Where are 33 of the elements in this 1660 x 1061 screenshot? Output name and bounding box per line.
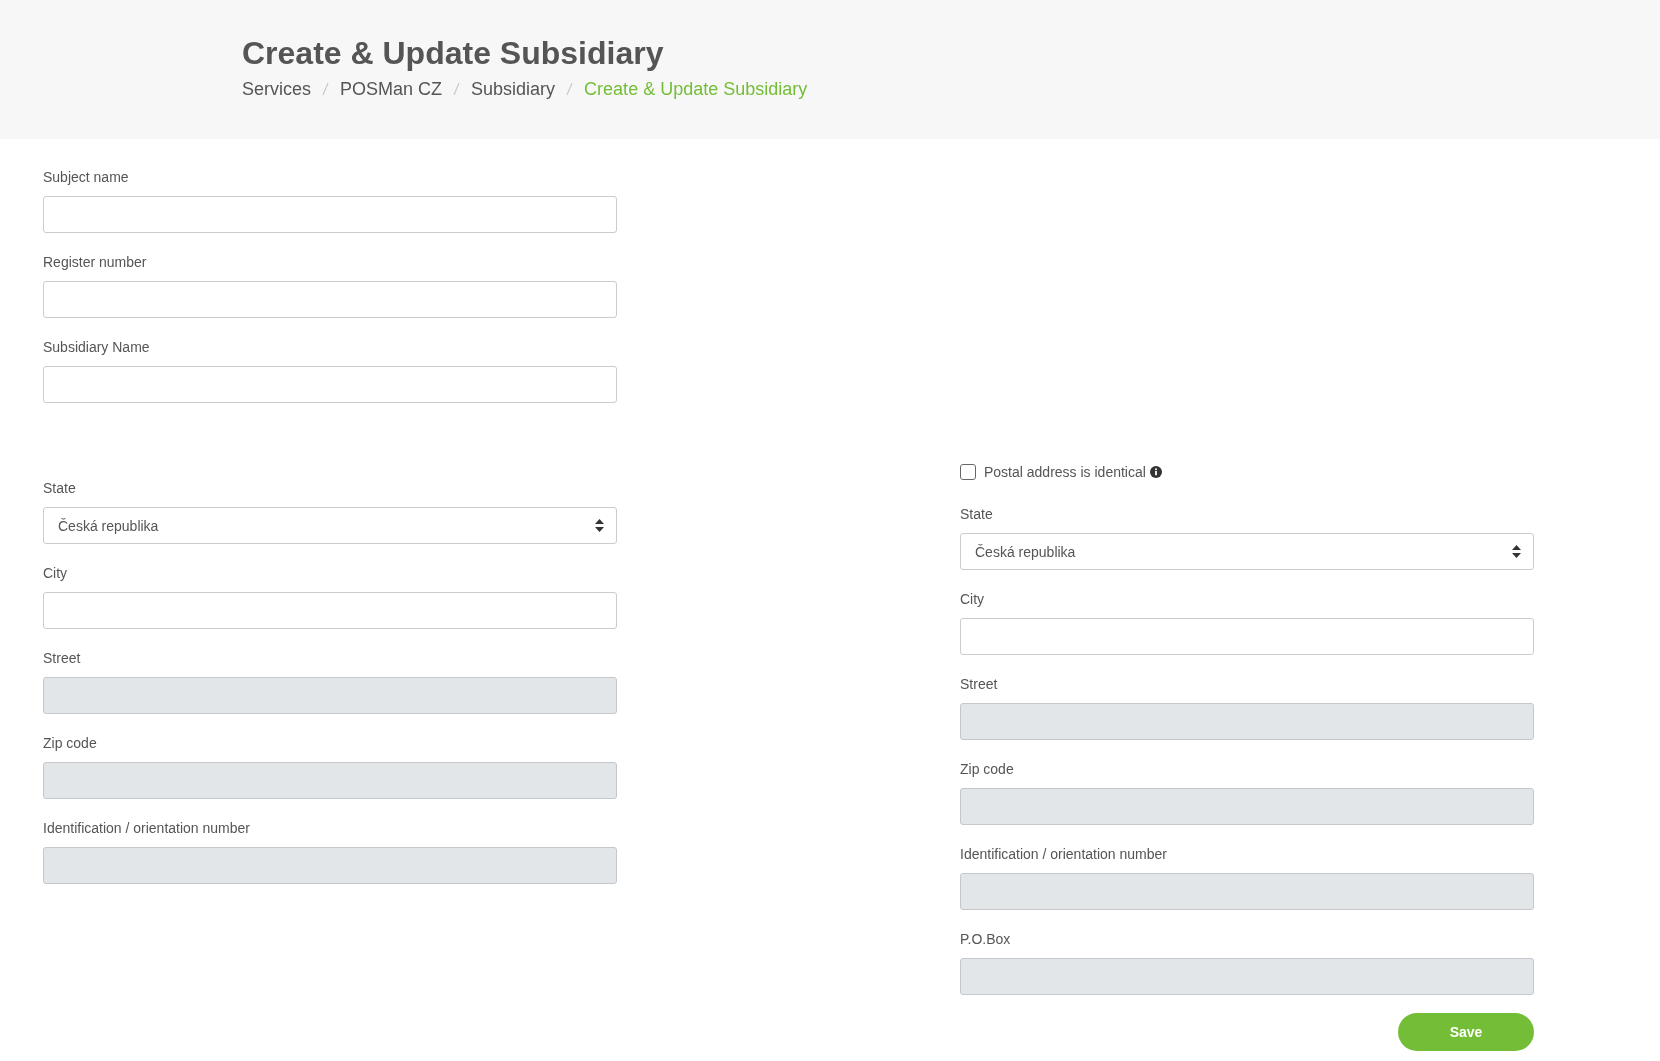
field-label: Subject name xyxy=(43,168,130,187)
field-label: City xyxy=(43,564,69,583)
slash-separator-icon xyxy=(566,82,574,96)
field-label: Zip code xyxy=(960,760,1015,779)
page-title: Create & Update Subsidiary xyxy=(242,34,665,73)
field-label: Identification / orientation number xyxy=(960,845,1168,864)
state-select[interactable]: Česká republika xyxy=(960,533,1534,570)
breadcrumb-link[interactable]: POSMan CZ xyxy=(340,77,443,101)
field-label: Register number xyxy=(43,253,148,272)
field-label: P.O.Box xyxy=(960,930,1012,949)
slash-separator-icon xyxy=(453,82,461,96)
input-field[interactable] xyxy=(43,592,617,629)
info-icon xyxy=(1149,466,1162,478)
state-select[interactable]: Česká republika xyxy=(43,507,617,544)
field-label: Street xyxy=(960,675,999,694)
field-label: Subsidiary Name xyxy=(43,338,151,357)
field-label: Zip code xyxy=(43,734,98,753)
slash-separator-icon xyxy=(322,82,330,96)
checkbox[interactable] xyxy=(960,464,976,480)
input-field[interactable] xyxy=(43,281,617,318)
field-label: City xyxy=(960,590,986,609)
sort-caret-icon xyxy=(1512,545,1521,558)
breadcrumb-link[interactable]: Services xyxy=(242,77,312,101)
field-label: State xyxy=(43,479,77,498)
sort-caret-icon xyxy=(595,519,604,532)
checkbox-label: Postal address is identical xyxy=(984,464,1146,480)
field-label: Street xyxy=(43,649,82,668)
input-field[interactable] xyxy=(43,366,617,403)
field-label: State xyxy=(960,505,994,524)
field-label: Identification / orientation number xyxy=(43,819,251,838)
input-field[interactable] xyxy=(960,618,1534,655)
input-field[interactable] xyxy=(43,196,617,233)
breadcrumb-link[interactable]: Subsidiary xyxy=(471,77,556,101)
